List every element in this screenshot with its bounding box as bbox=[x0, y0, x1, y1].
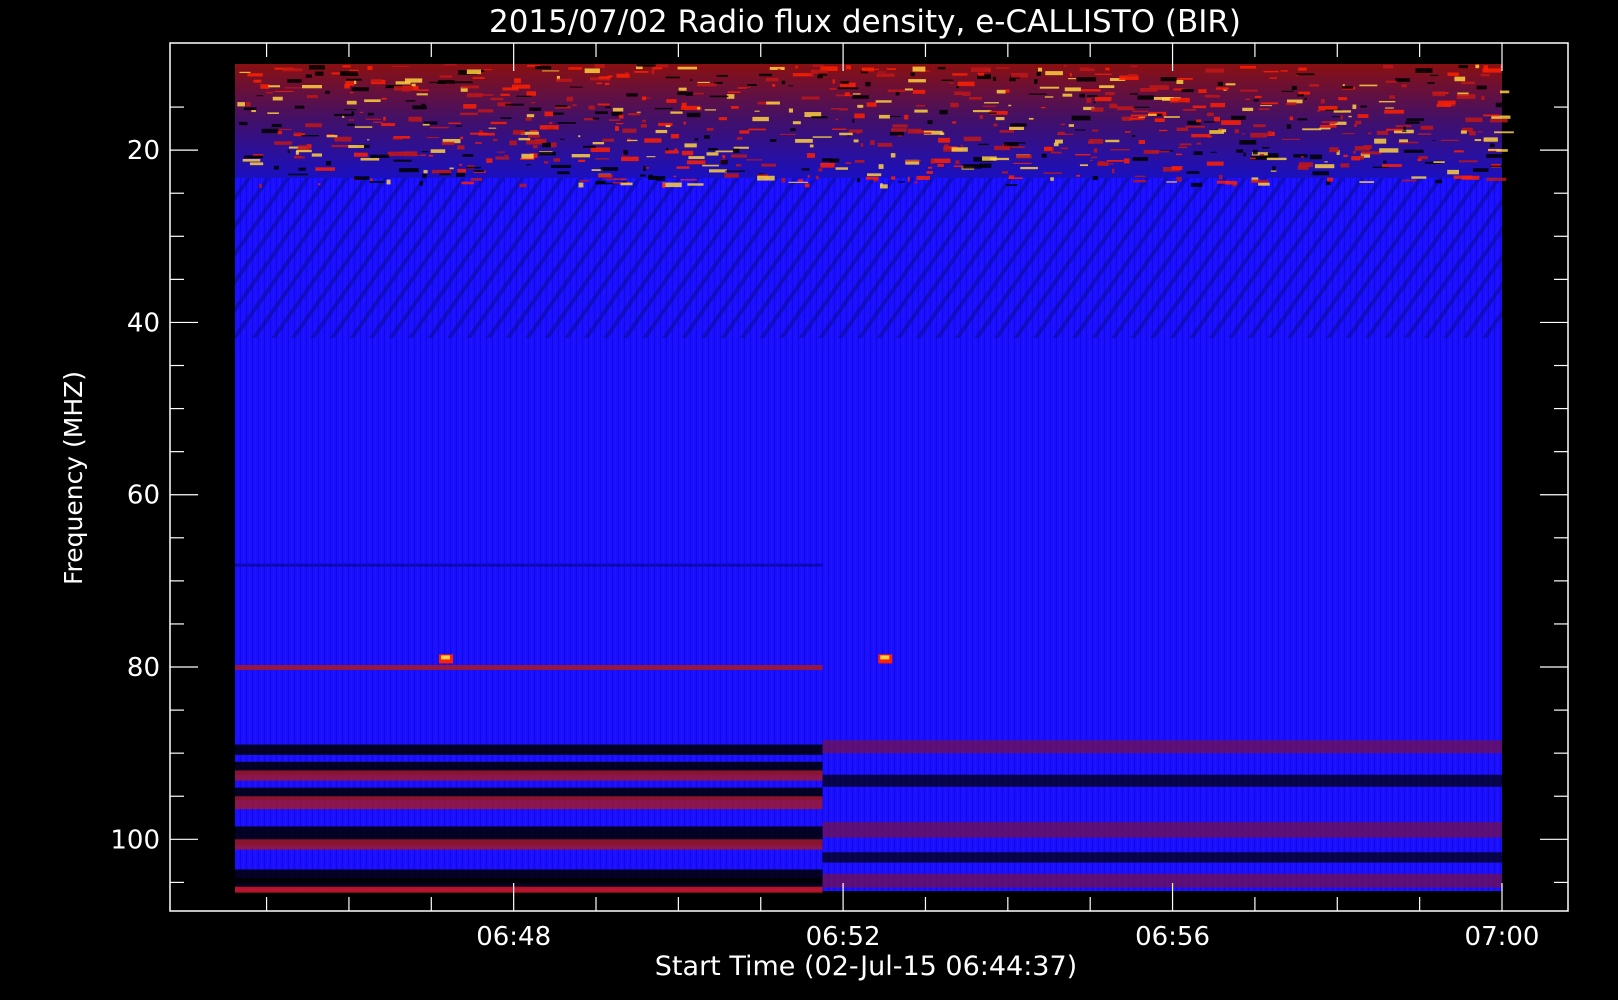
x-tick-label-0700: 07:00 bbox=[1465, 922, 1540, 952]
feature-bright-spot bbox=[878, 654, 893, 664]
x-tick-label-0652: 06:52 bbox=[806, 922, 881, 952]
x-tick-label-0648: 06:48 bbox=[476, 922, 551, 952]
chart-title: 2015/07/02 Radio flux density, e-CALLIST… bbox=[489, 4, 1241, 40]
y-axis-label: Frequency (MHZ) bbox=[59, 371, 88, 585]
x-axis-label: Start Time (02-Jul-15 06:44:37) bbox=[655, 951, 1077, 982]
y-tick-label-100: 100 bbox=[110, 825, 160, 855]
spectrogram-figure: 2015/07/02 Radio flux density, e-CALLIST… bbox=[0, 0, 1618, 1000]
feature-interference-line bbox=[235, 665, 823, 671]
y-tick-label-20: 20 bbox=[127, 136, 160, 166]
y-tick-label-40: 40 bbox=[127, 308, 160, 338]
feature-bright-spot bbox=[439, 654, 454, 664]
faint-horizontal-line bbox=[235, 563, 823, 567]
x-tick-label-0656: 06:56 bbox=[1135, 922, 1210, 952]
spectrogram-heatmap bbox=[235, 64, 1519, 893]
y-tick-label-80: 80 bbox=[127, 653, 160, 683]
y-tick-label-60: 60 bbox=[127, 481, 160, 511]
